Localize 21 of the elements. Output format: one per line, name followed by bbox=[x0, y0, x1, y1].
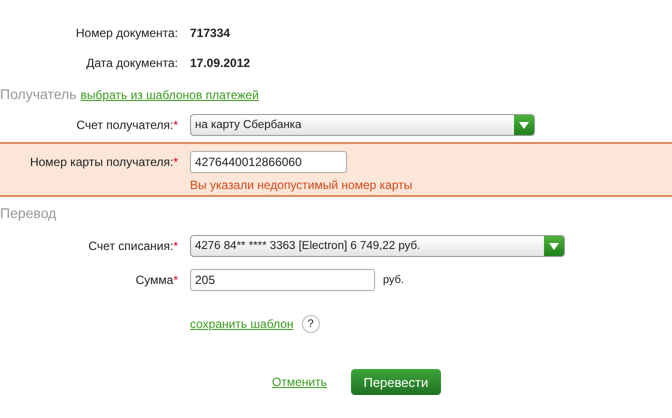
dropdown[interactable]: на карту Сбербанка bbox=[190, 114, 535, 136]
dropdown[interactable]: 4276 84** **** 3363 [Electron] 6 749,22 руб. bbox=[190, 235, 565, 257]
error-message: Вы указали недопустимый номер карты bbox=[190, 178, 414, 192]
field-label: Дата документа: bbox=[85, 56, 178, 70]
section-title: Перевод bbox=[0, 205, 56, 221]
field-value: 17.09.2012 bbox=[190, 56, 252, 70]
cancel-link[interactable]: Отменить bbox=[272, 375, 327, 389]
card-number-field[interactable]: 4276440012866060 bbox=[190, 151, 347, 173]
transfer-button[interactable]: Перевести bbox=[350, 369, 441, 395]
field-label: Счет списания:* bbox=[87, 239, 178, 253]
amount-field[interactable]: 205 bbox=[190, 269, 375, 291]
field-label: Сумма* bbox=[134, 273, 178, 287]
field-label: Счет получателя:* bbox=[75, 118, 178, 132]
field-label: Номер карты получателя:* bbox=[28, 155, 178, 169]
section-title: Получатель bbox=[0, 86, 77, 102]
template-link[interactable]: выбрать из шаблонов платежей bbox=[80, 88, 259, 102]
field-value: 717334 bbox=[190, 26, 232, 40]
save-template-link[interactable]: сохранить шаблон bbox=[190, 317, 294, 331]
help-button[interactable]: ? bbox=[302, 315, 320, 333]
field-label: Номер документа: bbox=[74, 26, 178, 40]
currency-label: руб. bbox=[383, 274, 404, 286]
